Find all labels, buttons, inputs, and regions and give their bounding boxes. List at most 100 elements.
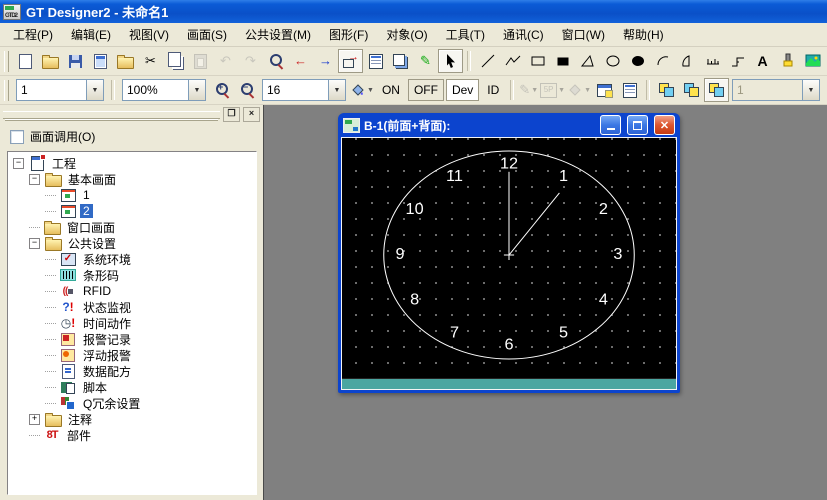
main-body: ❐ × 画面调用(O) −工程−基本画面12窗口画面−公共设置✓系统环境条形码(… xyxy=(0,105,827,500)
menu-common-settings[interactable]: 公共设置(M) xyxy=(236,23,320,46)
tree-expand-box[interactable]: + xyxy=(29,414,40,425)
id-button[interactable]: ID xyxy=(481,79,505,101)
next-screen-button[interactable]: → xyxy=(313,49,338,73)
tree-item-窗口画面[interactable]: 窗口画面 xyxy=(11,219,256,235)
paint-tool-button[interactable] xyxy=(775,49,800,73)
tree-item-基本画面[interactable]: −基本画面 xyxy=(11,171,256,187)
piping-tool-button[interactable] xyxy=(725,49,750,73)
tree-item-数据配方[interactable]: 数据配方 xyxy=(11,363,256,379)
combo-arrow-icon[interactable]: ▼ xyxy=(328,80,345,100)
tree-item-公共设置[interactable]: −公共设置 xyxy=(11,235,256,251)
polygon-tool-button[interactable] xyxy=(575,49,600,73)
layer-select-button[interactable] xyxy=(704,78,729,102)
menu-object[interactable]: 对象(O) xyxy=(377,23,436,46)
menu-communication[interactable]: 通讯(C) xyxy=(494,23,553,46)
combo-arrow-icon[interactable]: ▼ xyxy=(188,80,205,100)
canvas-bottom-bar xyxy=(342,378,676,389)
polyline-tool-button[interactable] xyxy=(500,49,525,73)
rectangle-tool-button[interactable] xyxy=(525,49,550,73)
open-project-button[interactable] xyxy=(38,49,63,73)
screen-property-button[interactable] xyxy=(88,49,113,73)
device-button[interactable]: Dev xyxy=(446,79,479,101)
preview-button[interactable] xyxy=(263,49,288,73)
tree-item-Q冗余设置[interactable]: Q冗余设置 xyxy=(11,395,256,411)
panel-maximize-button[interactable]: ❐ xyxy=(223,107,240,122)
select-tool-button[interactable] xyxy=(438,49,463,73)
tree-collapse-box[interactable]: − xyxy=(29,174,40,185)
menu-screen[interactable]: 画面(S) xyxy=(178,23,236,46)
drawing-canvas[interactable]: 123456789101112 xyxy=(342,138,676,378)
previous-screen-button[interactable]: ← xyxy=(288,49,313,73)
tree-collapse-box[interactable]: − xyxy=(29,238,40,249)
menu-edit[interactable]: 编辑(E) xyxy=(62,23,120,46)
document-titlebar[interactable]: B-1(前面+背面): ✕ xyxy=(341,113,677,137)
screen-call-checkbox[interactable] xyxy=(10,130,24,144)
combo-arrow-icon[interactable]: ▼ xyxy=(86,80,103,100)
tree-item-状态监视[interactable]: ?!状态监视 xyxy=(11,299,256,315)
bring-to-front-button[interactable] xyxy=(654,78,679,102)
document-maximize-button[interactable] xyxy=(627,115,648,135)
triangle-icon xyxy=(580,53,596,69)
menu-tools[interactable]: 工具(T) xyxy=(437,23,494,46)
tree-collapse-box[interactable]: − xyxy=(13,158,24,169)
tree-item-条形码[interactable]: 条形码 xyxy=(11,267,256,283)
scale-tool-button[interactable] xyxy=(700,49,725,73)
filled-rectangle-tool-button[interactable] xyxy=(550,49,575,73)
tree-item-RFID[interactable]: ((RFID xyxy=(11,283,256,299)
send-to-back-button[interactable] xyxy=(679,78,704,102)
panel-drag-grip[interactable] xyxy=(3,111,220,119)
arc-tool-button[interactable] xyxy=(650,49,675,73)
toolbar-grip[interactable] xyxy=(4,51,9,72)
image-tool-button[interactable] xyxy=(800,49,825,73)
zoom-combo[interactable]: 100%▼ xyxy=(122,79,206,101)
panel-close-button[interactable]: × xyxy=(243,107,260,122)
grid-color-button[interactable]: ▼ xyxy=(350,82,374,98)
tree-item-脚本[interactable]: 脚本 xyxy=(11,379,256,395)
text-tool-button[interactable]: A xyxy=(750,49,775,73)
data-view-button[interactable] xyxy=(617,78,642,102)
circle-tool-button[interactable] xyxy=(600,49,625,73)
menu-project[interactable]: 工程(P) xyxy=(4,23,62,46)
screen-document-window[interactable]: B-1(前面+背面): ✕ 123456789101112 xyxy=(338,113,680,393)
tree-item-时间动作[interactable]: ◷!时间动作 xyxy=(11,315,256,331)
sector-tool-button[interactable] xyxy=(675,49,700,73)
toolbar-grip[interactable] xyxy=(4,80,9,101)
open-screen-button[interactable] xyxy=(113,49,138,73)
on-button[interactable]: ON xyxy=(376,79,406,101)
script-icon xyxy=(61,382,72,393)
screen-jump-button[interactable] xyxy=(338,49,363,73)
edit-vertex-button[interactable]: ✎ xyxy=(413,49,438,73)
tree-item-2[interactable]: 2 xyxy=(11,203,256,219)
filled-circle-tool-button[interactable] xyxy=(625,49,650,73)
zoom-in-button[interactable]: + xyxy=(209,78,234,102)
document-minimize-button[interactable] xyxy=(600,115,621,135)
screen-icon xyxy=(61,205,76,218)
grid-combo[interactable]: 16▼ xyxy=(262,79,346,101)
tree-item-注释[interactable]: +注释 xyxy=(11,411,256,427)
tree-item-工程[interactable]: −工程 xyxy=(11,155,256,171)
screen-number-combo[interactable]: 1▼ xyxy=(16,79,104,101)
copy-button[interactable] xyxy=(163,49,188,73)
project-icon xyxy=(31,156,44,171)
menu-help[interactable]: 帮助(H) xyxy=(614,23,673,46)
new-screen-button[interactable] xyxy=(13,49,38,73)
line-tool-button[interactable] xyxy=(475,49,500,73)
cut-button[interactable]: ✂ xyxy=(138,49,163,73)
tree-item-系统环境[interactable]: ✓系统环境 xyxy=(11,251,256,267)
tree-connector xyxy=(45,291,56,292)
screen-list-button[interactable] xyxy=(363,49,388,73)
screen-image-list-button[interactable] xyxy=(388,49,413,73)
tree-item-1[interactable]: 1 xyxy=(11,187,256,203)
menu-view[interactable]: 视图(V) xyxy=(120,23,178,46)
tree-item-部件[interactable]: 8T部件 xyxy=(11,427,256,443)
zoom-out-button[interactable]: − xyxy=(234,78,259,102)
tree-item-报警记录[interactable]: 报警记录 xyxy=(11,331,256,347)
menu-figure[interactable]: 图形(F) xyxy=(320,23,377,46)
tree-item-浮动报警[interactable]: 浮动报警 xyxy=(11,347,256,363)
off-button[interactable]: OFF xyxy=(408,79,444,101)
save-project-button[interactable] xyxy=(63,49,88,73)
document-close-button[interactable]: ✕ xyxy=(654,115,675,135)
menu-window[interactable]: 窗口(W) xyxy=(553,23,614,46)
combo-arrow-icon[interactable]: ▼ xyxy=(802,80,819,100)
screen-setting-button[interactable] xyxy=(592,78,617,102)
